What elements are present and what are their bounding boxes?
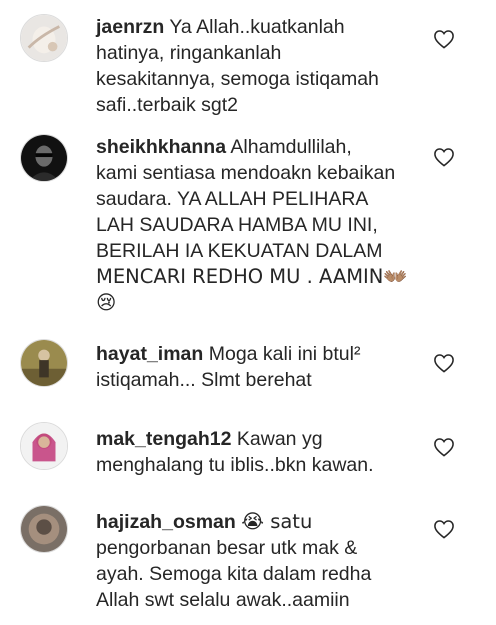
comment-username[interactable]: jaenrzn <box>96 16 164 38</box>
avatar[interactable] <box>20 422 68 470</box>
comment-username[interactable]: hajizah_osman <box>96 511 236 533</box>
comment-line: menghalang tu iblis..bkn kawan. <box>96 454 374 476</box>
comment-line: MENCARI REDHO MU . AAMIN👐🏽 <box>96 265 408 288</box>
comment-line: Ya Allah..kuatkanlah <box>169 16 345 38</box>
avatar-photo-icon <box>21 506 67 552</box>
avatar-photo-icon <box>21 135 67 181</box>
comment-line: Allah swt selalu awak..aamiin <box>96 589 350 611</box>
comment-text: hajizah_osman 😭 satu pengorbanan besar u… <box>96 509 416 613</box>
comment-line: safi..terbaik sgt2 <box>96 94 238 116</box>
comment-text: hayat_iman Moga kali ini btul² istiqamah… <box>96 341 416 393</box>
comment-line: Kawan yg <box>236 428 323 450</box>
comment-username[interactable]: sheikhkhanna <box>96 136 226 158</box>
comment-line: 😭 satu <box>241 510 313 533</box>
comment-line: kami sentiasa mendoakn kebaikan <box>96 162 396 184</box>
heart-outline-icon[interactable] <box>433 147 455 167</box>
comment-text: jaenrzn Ya Allah..kuatkanlah hatinya, ri… <box>96 14 416 118</box>
comment-line: Moga kali ini btul² <box>208 343 361 365</box>
comment-line: LAH SAUDARA HAMBA MU INI, <box>96 214 378 236</box>
avatar-photo-icon <box>21 423 67 469</box>
avatar[interactable] <box>20 339 68 387</box>
comment-username[interactable]: mak_tengah12 <box>96 428 231 450</box>
comment-line: hatinya, ringankanlah <box>96 42 282 64</box>
avatar-photo-icon <box>21 340 67 386</box>
heart-outline-icon[interactable] <box>433 519 455 539</box>
comment-line: saudara. YA ALLAH PELIHARA <box>96 188 369 210</box>
comment-line: istiqamah... Slmt berehat <box>96 369 312 391</box>
comment-text: sheikhkhanna Alhamdullilah, kami sentias… <box>96 134 416 316</box>
avatar-photo-icon <box>21 15 67 61</box>
avatar[interactable] <box>20 134 68 182</box>
comment-text: mak_tengah12 Kawan yg menghalang tu ibli… <box>96 426 416 478</box>
heart-outline-icon[interactable] <box>433 29 455 49</box>
comment-username[interactable]: hayat_iman <box>96 343 203 365</box>
comment-line: 😢 <box>96 291 117 314</box>
avatar[interactable] <box>20 505 68 553</box>
comment-line: BERILAH IA KEKUATAN DALAM <box>96 240 383 262</box>
heart-outline-icon[interactable] <box>433 437 455 457</box>
comment-line: ayah. Semoga kita dalam redha <box>96 563 372 585</box>
comment-line: pengorbanan besar utk mak & <box>96 537 358 559</box>
heart-outline-icon[interactable] <box>433 353 455 373</box>
comment-line: Alhamdullilah, <box>230 136 352 158</box>
avatar[interactable] <box>20 14 68 62</box>
comment-line: kesakitannya, semoga istiqamah <box>96 68 379 90</box>
